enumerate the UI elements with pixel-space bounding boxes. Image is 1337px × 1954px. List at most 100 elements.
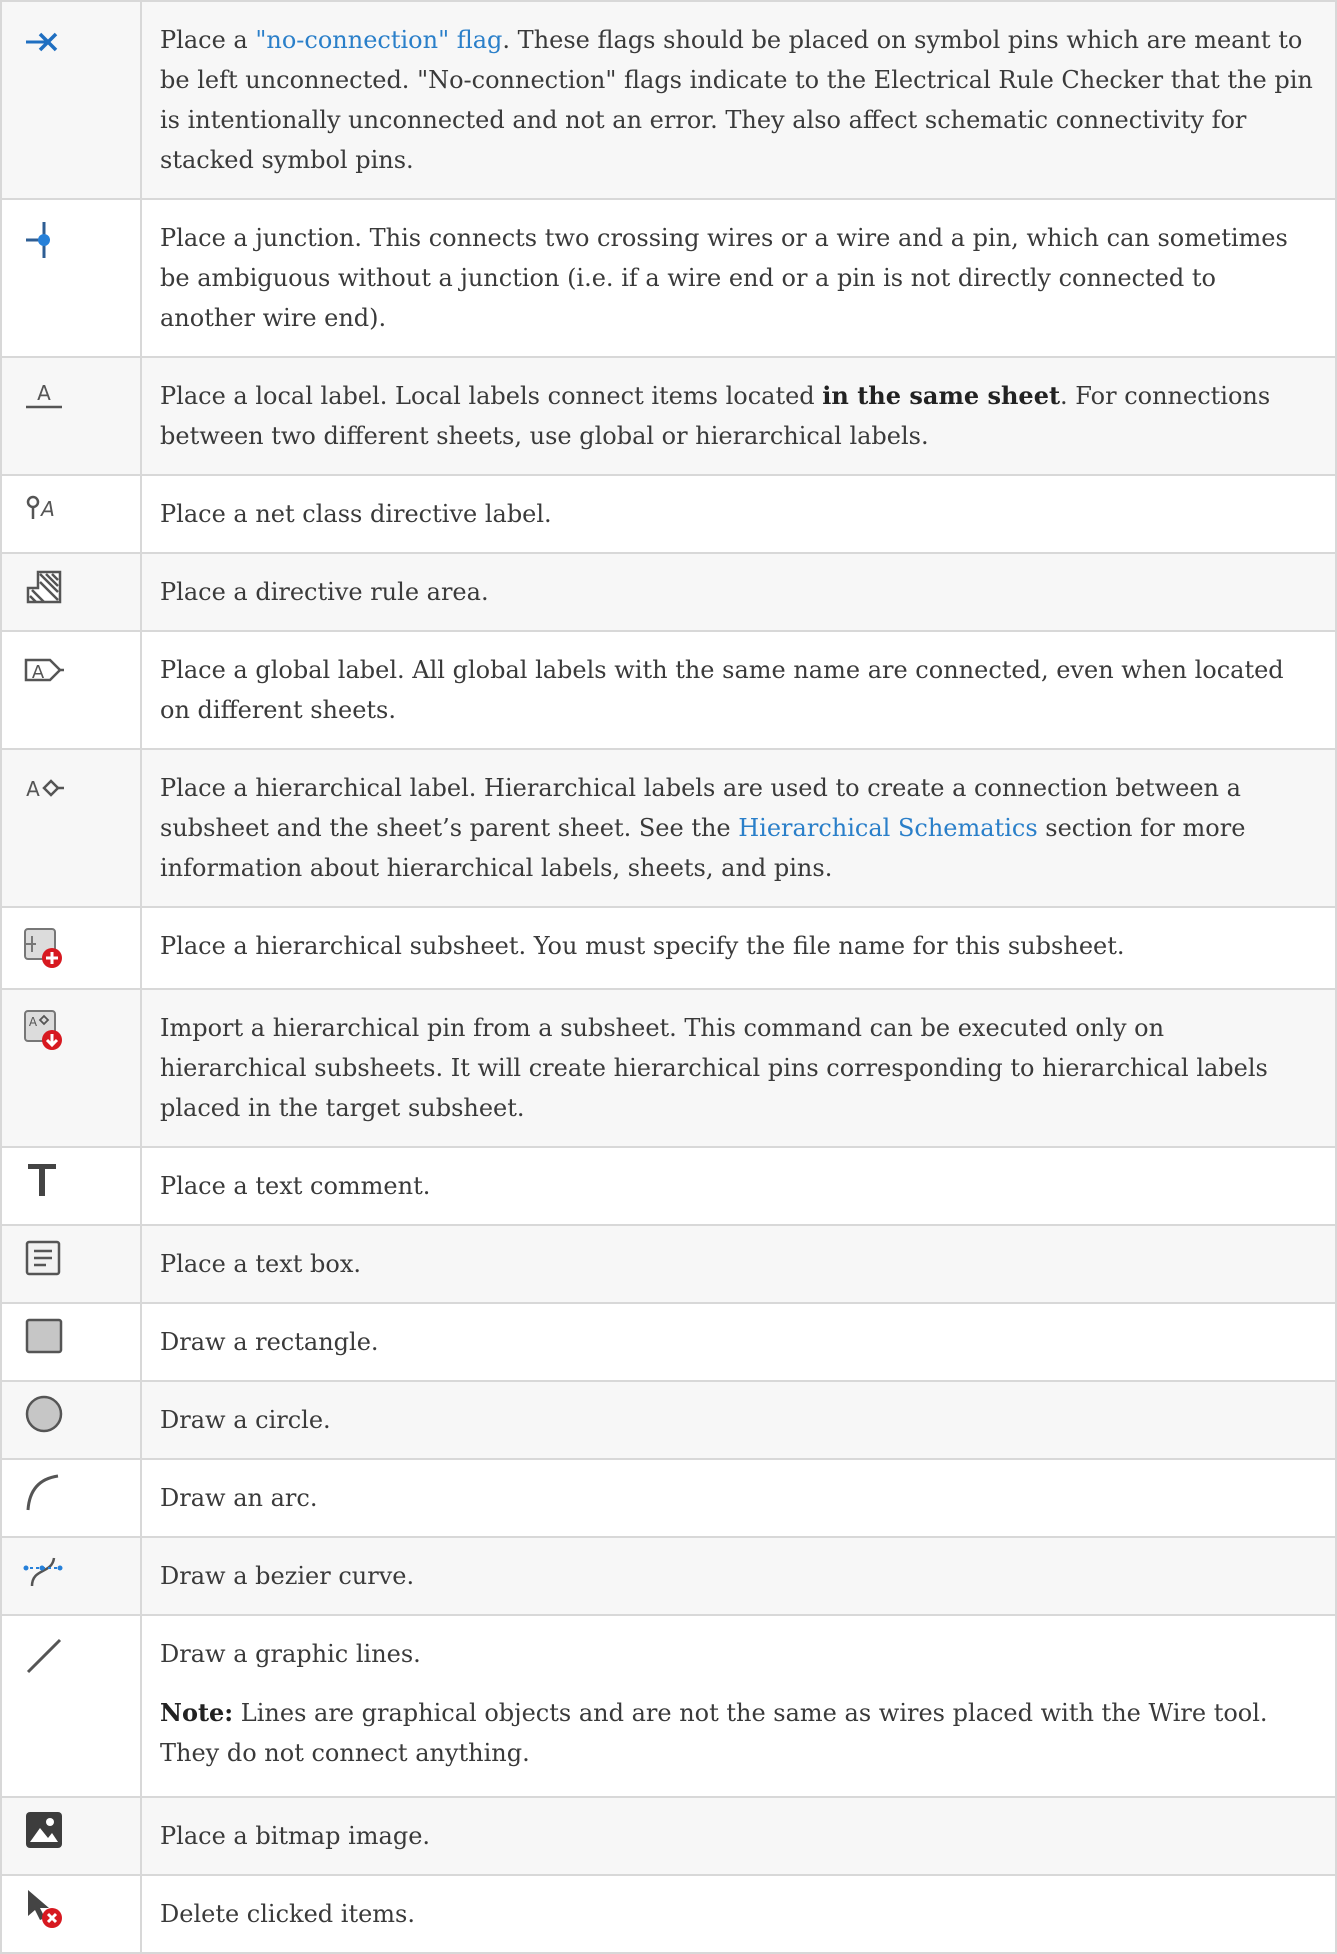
icon-cell <box>0 1874 142 1954</box>
table-row: Place a "no-connection" flag. These flag… <box>0 0 1337 200</box>
arc-icon <box>26 1474 59 1511</box>
icon-cell <box>0 552 142 632</box>
description-text: Place a <box>160 26 256 54</box>
icon-cell <box>0 1302 142 1382</box>
table-row: A Place a hierarchical label. Hierarchic… <box>0 748 1337 908</box>
description: Delete clicked items. <box>160 1900 415 1928</box>
local-label-icon: A <box>26 381 62 409</box>
description-cell: Place a "no-connection" flag. These flag… <box>140 0 1337 200</box>
table-row: A Place a global label. All global label… <box>0 630 1337 750</box>
table-row: Draw a circle. <box>0 1380 1337 1460</box>
icon-cell <box>0 1614 142 1798</box>
icon-cell <box>0 1796 142 1876</box>
note: Note: Lines are graphical objects and ar… <box>160 1693 1313 1773</box>
description: Place a hierarchical subsheet. You must … <box>160 932 1125 960</box>
table-row: Place a junction. This connects two cros… <box>0 198 1337 358</box>
description: Draw a graphic lines. <box>160 1640 421 1668</box>
description: Place a directive rule area. <box>160 578 489 606</box>
description-cell: Draw a bezier curve. <box>140 1536 1337 1616</box>
global-label-icon: A <box>24 658 64 683</box>
icon-cell: A <box>0 988 142 1148</box>
icon-cell <box>0 198 142 358</box>
table-row: A Place a local label. Local labels conn… <box>0 356 1337 476</box>
description-cell: Place a text comment. <box>140 1146 1337 1226</box>
bezier-curve-icon <box>23 1557 63 1587</box>
text-comment-icon <box>28 1164 56 1196</box>
table-row: Place a hierarchical subsheet. You must … <box>0 906 1337 990</box>
description: Draw a bezier curve. <box>160 1562 415 1590</box>
description-cell: Place a global label. All global labels … <box>140 630 1337 750</box>
description: Draw a rectangle. <box>160 1328 379 1356</box>
icon-cell <box>0 906 142 990</box>
description: Import a hierarchical pin from a subshee… <box>160 1014 1268 1122</box>
description: Place a text comment. <box>160 1172 431 1200</box>
description: Place a text box. <box>160 1250 361 1278</box>
hierarchical-schematics-link[interactable]: Hierarchical Schematics <box>738 814 1037 842</box>
hierarchical-subsheet-icon <box>24 928 62 968</box>
description: Draw a circle. <box>160 1406 331 1434</box>
description: Place a local label. Local labels connec… <box>160 376 1313 456</box>
rectangle-icon <box>25 1318 63 1354</box>
description-cell: Draw a graphic lines. Note: Lines are gr… <box>140 1614 1337 1798</box>
description-cell: Place a text box. <box>140 1224 1337 1304</box>
description-cell: Place a bitmap image. <box>140 1796 1337 1876</box>
icon-cell <box>0 1380 142 1460</box>
text-box-icon <box>25 1240 61 1276</box>
table-row: Place a directive rule area. <box>0 552 1337 632</box>
icon-cell <box>0 1224 142 1304</box>
description-cell: Place a net class directive label. <box>140 474 1337 554</box>
svg-text:A: A <box>37 381 51 405</box>
table-row: A Import a hierarchical pin from a subsh… <box>0 988 1337 1148</box>
description-cell: Place a hierarchical label. Hierarchical… <box>140 748 1337 908</box>
rule-area-icon <box>26 570 62 604</box>
description-cell: Import a hierarchical pin from a subshee… <box>140 988 1337 1148</box>
icon-cell <box>0 0 142 200</box>
svg-text:A: A <box>29 1015 38 1029</box>
note-text: Lines are graphical objects and are not … <box>160 1699 1268 1767</box>
icon-cell: A <box>0 748 142 908</box>
icon-cell: A <box>0 356 142 476</box>
junction-icon <box>26 222 50 258</box>
description: Place a hierarchical label. Hierarchical… <box>160 768 1313 888</box>
table-row: Place a text box. <box>0 1224 1337 1304</box>
table-row: Delete clicked items. <box>0 1874 1337 1954</box>
svg-text:A: A <box>32 662 45 683</box>
table-row: Place a bitmap image. <box>0 1796 1337 1876</box>
description-cell: Draw a circle. <box>140 1380 1337 1460</box>
table-row: Draw a rectangle. <box>0 1302 1337 1382</box>
hierarchical-label-icon: A <box>26 777 64 801</box>
description-cell: Place a hierarchical subsheet. You must … <box>140 906 1337 990</box>
description: Place a junction. This connects two cros… <box>160 224 1288 332</box>
table-row: Draw an arc. <box>0 1458 1337 1538</box>
svg-text:A: A <box>39 497 55 521</box>
table-row: Place a text comment. <box>0 1146 1337 1226</box>
net-class-directive-icon: A <box>26 495 55 521</box>
delete-items-icon <box>28 1890 62 1928</box>
bitmap-image-icon <box>26 1812 62 1848</box>
circle-icon <box>25 1395 63 1433</box>
table-row: Draw a bezier curve. <box>0 1536 1337 1616</box>
graphic-line-icon <box>26 1638 62 1674</box>
table-row: A Place a net class directive label. <box>0 474 1337 554</box>
note-label: Note: <box>160 1698 234 1727</box>
description-cell: Draw an arc. <box>140 1458 1337 1538</box>
description-text: Place a local label. Local labels connec… <box>160 382 823 410</box>
icon-cell: A <box>0 474 142 554</box>
schematic-tools-table: Place a "no-connection" flag. These flag… <box>0 0 1337 1954</box>
description-cell: Draw a rectangle. <box>140 1302 1337 1382</box>
icon-cell <box>0 1146 142 1226</box>
table-row: Draw a graphic lines. Note: Lines are gr… <box>0 1614 1337 1798</box>
description: Place a net class directive label. <box>160 500 552 528</box>
description-cell: Place a junction. This connects two cros… <box>140 198 1337 358</box>
icon-cell: A <box>0 630 142 750</box>
description-cell: Place a local label. Local labels connec… <box>140 356 1337 476</box>
description-cell: Delete clicked items. <box>140 1874 1337 1954</box>
no-connection-flag-link[interactable]: "no-connection" flag <box>255 26 502 54</box>
description: Draw an arc. <box>160 1484 318 1512</box>
description: Place a bitmap image. <box>160 1822 431 1850</box>
description-cell: Place a directive rule area. <box>140 552 1337 632</box>
import-hierarchical-pin-icon: A <box>24 1010 62 1050</box>
tool-reference-page: Place a "no-connection" flag. These flag… <box>0 0 1337 1954</box>
no-connection-flag-icon <box>26 32 58 52</box>
emphasis-text: in the same sheet <box>822 381 1061 410</box>
